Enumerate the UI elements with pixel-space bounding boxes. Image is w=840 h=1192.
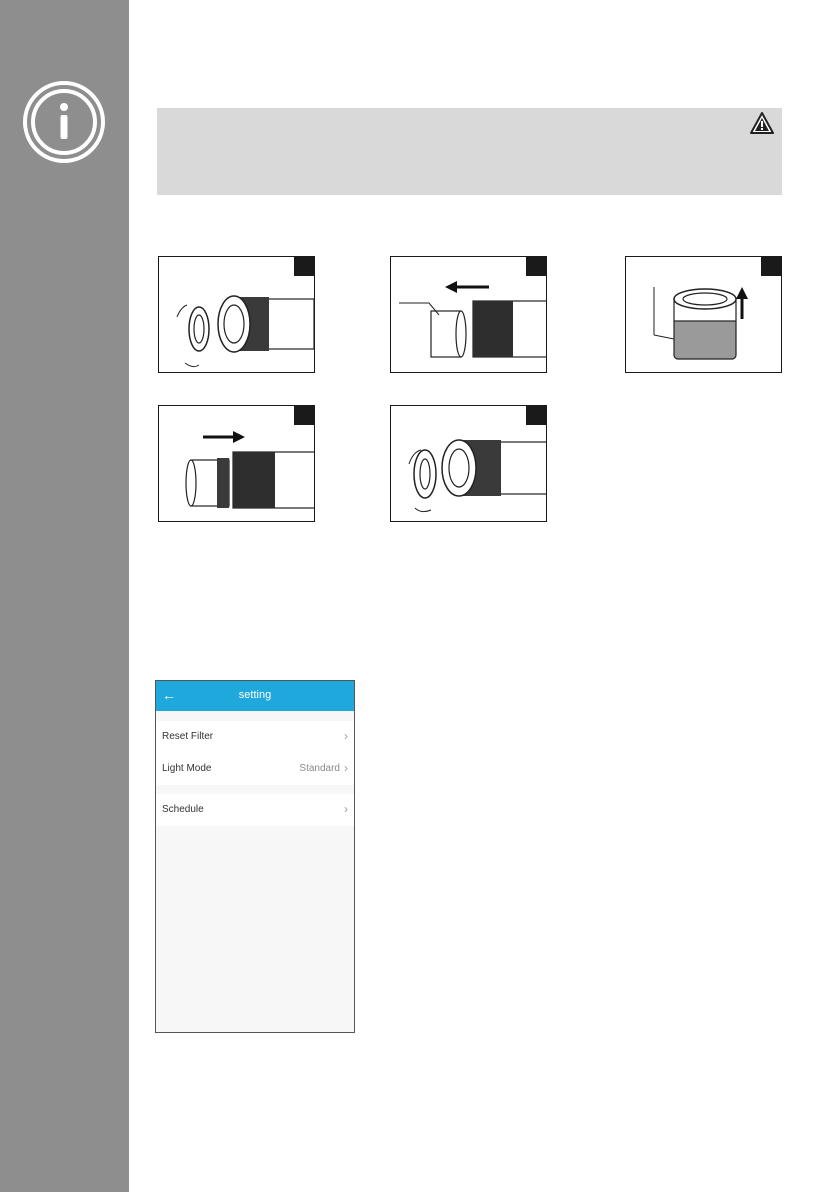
setting-row-light-mode[interactable]: Light Mode Standard ›: [156, 753, 354, 785]
figure-number-3: [761, 257, 781, 276]
filter-lift-illustration: [653, 287, 748, 360]
app-header-title: setting: [238, 689, 272, 701]
figure-number-5: [526, 406, 546, 425]
filter-unscrew-illustration: [176, 295, 314, 368]
figure-number-1: [294, 257, 314, 276]
filter-remove-illustration: [399, 281, 546, 358]
setting-row-schedule[interactable]: Schedule ›: [156, 794, 354, 826]
chevron-right-icon: ›: [344, 729, 348, 743]
warning-triangle-icon: [750, 112, 774, 134]
figure-5: [390, 405, 547, 522]
info-circle-icon: [23, 81, 105, 163]
chevron-right-icon: ›: [344, 761, 348, 775]
chapter-sidebar: [0, 0, 129, 1192]
figure-2: [390, 256, 547, 373]
setting-row-label: Light Mode: [162, 763, 212, 774]
setting-row-label: Schedule: [162, 804, 204, 815]
filter-insert-illustration: [185, 431, 314, 509]
chevron-right-icon: ›: [344, 802, 348, 816]
figure-number-4: [294, 406, 314, 425]
filter-screw-illustration: [408, 439, 546, 513]
app-settings-screenshot: ← setting Reset Filter › Light Mode Stan…: [155, 680, 355, 1033]
figure-1: [158, 256, 315, 373]
setting-row-label: Reset Filter: [162, 731, 214, 742]
setting-row-reset-filter[interactable]: Reset Filter ›: [156, 721, 354, 753]
warning-box: [157, 108, 782, 195]
app-header: ← setting: [156, 681, 354, 711]
figure-number-2: [526, 257, 546, 276]
figure-4: [158, 405, 315, 522]
setting-row-value: Standard: [299, 763, 340, 774]
figure-3: [625, 256, 782, 373]
